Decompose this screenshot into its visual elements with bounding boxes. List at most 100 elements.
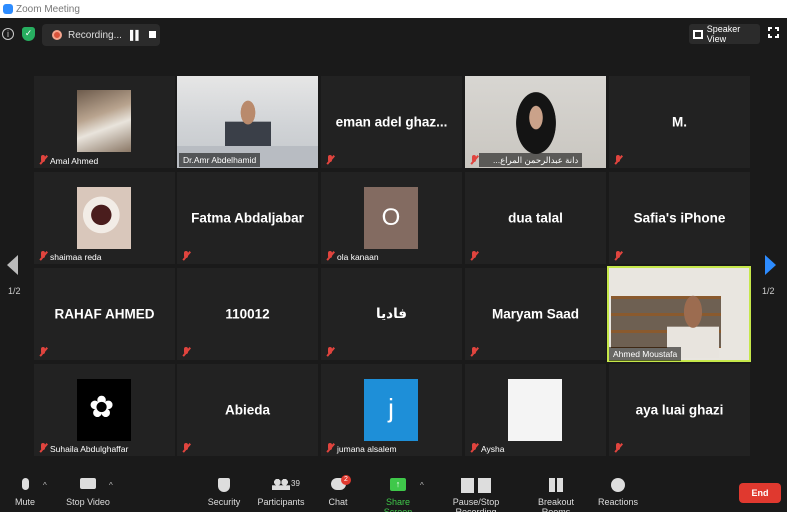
chat-label: Chat: [328, 497, 348, 507]
end-meeting-button[interactable]: End: [739, 483, 781, 503]
page-indicator-left: 1/2: [8, 286, 21, 296]
participant-name-label: Ahmed Moustafa: [609, 347, 682, 361]
participant-video: [225, 98, 271, 150]
participant-name-label: Amal Ahmed: [50, 156, 99, 166]
participant-tile[interactable]: فاديا: [321, 268, 462, 360]
participant-tile[interactable]: Abieda: [177, 364, 318, 456]
participant-name: eman adel ghaz...: [335, 114, 448, 130]
muted-mic-icon: [469, 155, 479, 165]
muted-mic-icon: [181, 251, 191, 261]
muted-mic-icon: [38, 155, 48, 165]
participant-tile[interactable]: ✿ Suhaila Abdulghaffar: [34, 364, 175, 456]
participant-tile[interactable]: Dr.Amr Abdelhamid: [177, 76, 318, 168]
info-icon[interactable]: i: [2, 28, 14, 40]
title-bar: Zoom Meeting: [0, 0, 787, 18]
participant-tile[interactable]: Safia's iPhone: [609, 172, 750, 264]
pause-recording-icon[interactable]: ▌▌: [130, 30, 142, 40]
participant-tile[interactable]: RAHAF AHMED: [34, 268, 175, 360]
active-speaker-tile[interactable]: Ahmed Moustafa: [607, 266, 751, 362]
participant-tile[interactable]: Maryam Saad: [465, 268, 606, 360]
muted-mic-icon: [325, 251, 335, 261]
participant-name-label: Suhaila Abdulghaffar: [50, 444, 129, 454]
reactions-button[interactable]: Reactions: [597, 468, 639, 512]
share-screen-icon: ↑: [390, 478, 406, 491]
participant-name-label: ola kanaan: [337, 252, 379, 262]
next-page-arrow-icon[interactable]: [765, 255, 776, 275]
participant-tile[interactable]: ...دانة عبدالرحمن المراع: [465, 76, 606, 168]
microphone-icon: [21, 478, 29, 490]
profile-photo: [77, 90, 131, 152]
chat-button[interactable]: Chat: [323, 468, 353, 512]
speaker-view-icon: [693, 29, 703, 39]
security-button[interactable]: Security: [205, 468, 243, 512]
reactions-smiley-icon: [611, 478, 625, 492]
breakout-rooms-label: Breakout Rooms: [537, 497, 575, 512]
participant-tile[interactable]: Fatma Abdaljabar: [177, 172, 318, 264]
participants-button[interactable]: Participants: [257, 468, 305, 512]
zoom-logo-icon: [3, 4, 13, 14]
muted-mic-icon: [38, 347, 48, 357]
participant-tile[interactable]: Amal Ahmed: [34, 76, 175, 168]
participant-tile[interactable]: Aysha: [465, 364, 606, 456]
meeting-top-bar: i ✓ Recording... ▌▌ Speaker View: [0, 22, 787, 48]
participant-tile[interactable]: M.: [609, 76, 750, 168]
mute-button[interactable]: Mute: [8, 468, 42, 512]
stop-recording-icon[interactable]: [149, 31, 156, 38]
share-screen-label: Share Screen: [383, 497, 413, 512]
participant-name-label: Aysha: [481, 444, 505, 454]
participant-name: 110012: [225, 306, 270, 322]
breakout-rooms-icon: [549, 478, 563, 492]
stop-video-button[interactable]: Stop Video: [64, 468, 112, 512]
breakout-rooms-button[interactable]: Breakout Rooms: [524, 468, 588, 512]
encryption-shield-icon[interactable]: ✓: [22, 27, 35, 41]
profile-photo: ✿: [77, 379, 131, 441]
letter-avatar: O: [364, 187, 418, 249]
muted-mic-icon: [181, 443, 191, 453]
muted-mic-icon: [613, 443, 623, 453]
mute-options-chevron-icon[interactable]: ^: [43, 481, 47, 490]
muted-mic-icon: [181, 347, 191, 357]
participant-name: فاديا: [376, 306, 407, 322]
chat-unread-badge: 2: [341, 475, 351, 485]
pause-stop-recording-label: Pause/Stop Recording: [452, 497, 500, 512]
participant-name-label: ...دانة عبدالرحمن المراع: [479, 153, 583, 167]
participant-name: aya luai ghazi: [635, 402, 724, 418]
share-options-chevron-icon[interactable]: ^: [420, 481, 424, 490]
participant-name-label: shaimaa reda: [50, 252, 102, 262]
muted-mic-icon: [38, 251, 48, 261]
security-label: Security: [207, 497, 241, 507]
security-shield-icon: [218, 478, 230, 492]
participant-tile[interactable]: dua talal: [465, 172, 606, 264]
participant-name: Fatma Abdaljabar: [191, 210, 304, 226]
speaker-view-button[interactable]: Speaker View: [689, 24, 760, 44]
participant-tile[interactable]: 110012: [177, 268, 318, 360]
reactions-label: Reactions: [597, 497, 639, 507]
participants-icon: [272, 478, 290, 490]
recording-dot-icon: [52, 30, 62, 40]
participant-tile[interactable]: shaimaa reda: [34, 172, 175, 264]
stop-video-label: Stop Video: [66, 497, 110, 507]
muted-mic-icon: [325, 347, 335, 357]
participant-tile[interactable]: eman adel ghaz...: [321, 76, 462, 168]
participant-tile[interactable]: aya luai ghazi: [609, 364, 750, 456]
recording-indicator: Recording... ▌▌: [42, 24, 160, 46]
profile-photo: [508, 379, 562, 441]
muted-mic-icon: [38, 443, 48, 453]
meeting-toolbar: Mute ^ Stop Video ^ Security Participant…: [0, 468, 787, 512]
participants-label: Participants: [257, 497, 305, 507]
video-options-chevron-icon[interactable]: ^: [109, 481, 113, 490]
window-title: Zoom Meeting: [16, 3, 80, 15]
participant-tile[interactable]: j jumana alsalem: [321, 364, 462, 456]
video-camera-icon: [80, 478, 96, 489]
participant-name: dua talal: [508, 210, 563, 226]
participant-name: RAHAF AHMED: [54, 306, 155, 322]
pause-stop-recording-button[interactable]: Pause/Stop Recording: [434, 468, 518, 512]
muted-mic-icon: [613, 251, 623, 261]
participant-name: Maryam Saad: [491, 306, 580, 322]
previous-page-arrow-icon[interactable]: [7, 255, 18, 275]
participant-tile[interactable]: O ola kanaan: [321, 172, 462, 264]
fullscreen-icon[interactable]: [768, 27, 779, 38]
participant-name-label: jumana alsalem: [337, 444, 397, 454]
participant-name: M.: [672, 114, 687, 130]
share-screen-button[interactable]: ↑ Share Screen: [372, 468, 424, 512]
